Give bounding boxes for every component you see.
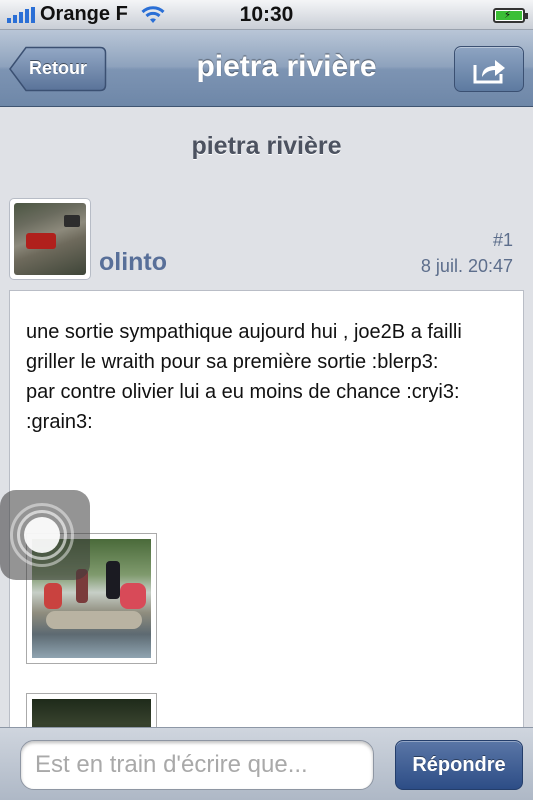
back-button[interactable]: Retour [9,46,107,92]
share-icon [473,60,505,84]
status-bar: Orange F 10:30 ⚡ [0,0,533,30]
post-number: #1 [492,230,513,250]
page-title: pietra rivière [196,50,377,83]
post-message: une sortie sympathique aujourd hui , joe… [26,317,506,437]
post-author[interactable]: olinto [99,248,167,277]
back-button-label: Retour [29,58,87,78]
share-button[interactable] [454,46,524,92]
battery-icon: ⚡ [493,8,528,23]
reply-input[interactable] [20,740,374,790]
charging-icon: ⚡ [504,10,512,21]
reply-button[interactable]: Répondre [395,740,523,790]
assistive-touch-button[interactable] [0,490,90,580]
carrier-name: Orange F [40,3,128,25]
reply-bar: Répondre [0,727,533,800]
post-date: 8 juil. 20:47 [420,256,513,276]
wifi-icon [140,5,166,25]
signal-strength-icon [7,6,35,23]
post-text: une sortie sympathique aujourd hui , joe… [26,321,462,433]
avatar-image [14,203,86,275]
navigation-bar: Retour pietra rivière [0,30,533,107]
thread-title: pietra rivière [191,132,342,160]
avatar[interactable] [9,198,91,280]
